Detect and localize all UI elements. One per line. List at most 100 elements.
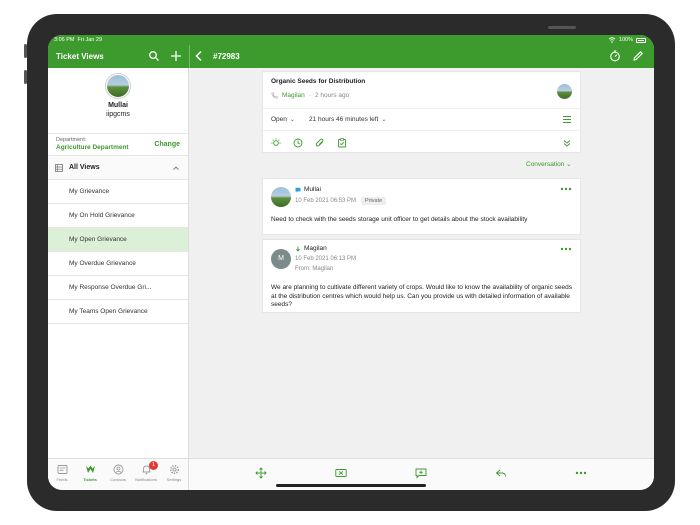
department-section: Department: Agriculture Department Chang… — [48, 134, 188, 156]
view-item-my-grievance[interactable]: My Grievance — [48, 180, 188, 204]
home-indicator[interactable] — [276, 484, 426, 487]
tab-tickets[interactable]: Tickets — [76, 459, 104, 490]
ticket-summary-card: Organic Seeds for Distribution Magilan ·… — [262, 71, 582, 153]
conversation-filter[interactable]: Conversation ⌄ — [526, 160, 572, 168]
menu-lines-icon[interactable] — [562, 115, 572, 124]
tab-notifications-label: Notifications — [135, 477, 157, 482]
ticket-action-icons — [271, 138, 347, 148]
status-value: Open — [271, 116, 287, 123]
private-tag: Private — [361, 197, 387, 205]
sla-value: 21 hours 46 minutes left — [308, 116, 379, 123]
power-button — [548, 26, 576, 29]
view-item-my-overdue-grievance[interactable]: My Overdue Grievance — [48, 252, 188, 276]
double-chevron-down-icon[interactable] — [562, 138, 572, 148]
tab-contacts[interactable]: Contacts — [104, 459, 132, 490]
tab-settings[interactable]: Settings — [160, 459, 188, 490]
profile-name: Mullai — [108, 102, 128, 109]
tab-feeds-label: Feeds — [56, 477, 68, 482]
wifi-icon — [608, 37, 616, 43]
tab-notifications[interactable]: 1 Notifications — [132, 459, 160, 490]
header-divider — [189, 45, 190, 68]
search-icon[interactable] — [148, 50, 160, 62]
note-icon — [295, 187, 301, 193]
plus-icon[interactable] — [170, 50, 182, 62]
summary-divider-2 — [263, 130, 582, 131]
view-item-my-response-overdue-grievance[interactable]: My Response Overdue Gri... — [48, 276, 188, 300]
tab-settings-label: Settings — [166, 477, 182, 482]
incoming-arrow-icon — [295, 246, 301, 252]
view-item-my-on-hold-grievance[interactable]: My On Hold Grievance — [48, 204, 188, 228]
message-header: Magilan — [295, 245, 327, 252]
paperclip-icon[interactable] — [315, 138, 325, 148]
ticket-time-ago: 2 hours ago — [314, 92, 350, 99]
ticket-id: #72983 — [213, 52, 240, 61]
tab-contacts-label: Contacts — [110, 477, 126, 482]
phone-icon — [271, 92, 278, 99]
add-comment-icon[interactable] — [415, 467, 427, 479]
status-dropdown[interactable]: Open ⌄ — [271, 116, 295, 123]
ticket-subject: Organic Seeds for Distribution — [271, 78, 366, 85]
chevron-up-icon[interactable] — [172, 164, 180, 172]
views-list-icon — [55, 164, 63, 172]
tab-feeds[interactable]: Feeds — [48, 459, 76, 490]
status-time-text: 3:06 PM — [54, 37, 75, 43]
conversation-message: M Magilan 10 Feb 2021 06:13 PM From: Mag… — [262, 239, 581, 313]
conversation-note: Mullai 10 Feb 2021 06:53 PM Private Need… — [262, 178, 581, 235]
ticket-status-row: Open ⌄ 21 hours 46 minutes left ⌄ — [271, 116, 386, 123]
move-arrows-icon[interactable] — [255, 467, 267, 479]
views-list: My Grievance My On Hold Grievance My Ope… — [48, 180, 188, 324]
more-dots-icon[interactable] — [560, 247, 572, 251]
back-chevron-icon[interactable] — [193, 50, 205, 62]
more-dots-icon[interactable] — [575, 467, 587, 479]
battery-icon — [636, 37, 646, 43]
clock-icon[interactable] — [293, 138, 303, 148]
message-author: Magilan — [304, 245, 327, 252]
edit-pencil-icon[interactable] — [632, 50, 644, 62]
summary-divider — [263, 108, 582, 109]
close-ticket-icon[interactable] — [335, 467, 347, 479]
conversation-filter-label: Conversation — [526, 161, 565, 168]
chevron-down-icon: ⌄ — [566, 161, 572, 168]
note-author: Mullai — [304, 186, 321, 193]
status-bar: 3:06 PM Fri Jan 29 100% — [48, 35, 654, 45]
bottom-tab-bar: Feeds Tickets Contacts 1 Notifications S… — [48, 458, 189, 490]
timer-icon[interactable] — [609, 50, 621, 62]
tickets-icon — [85, 465, 95, 473]
all-views-header[interactable]: All Views — [48, 156, 188, 180]
ticket-views-sidebar: Mullai iipgcms Department: Agriculture D… — [48, 68, 189, 458]
all-views-label: All Views — [69, 164, 100, 171]
avatar — [106, 74, 130, 98]
message-body: We are planning to cultivate different v… — [271, 284, 572, 308]
view-item-my-teams-open-grievance[interactable]: My Teams Open Grievance — [48, 300, 188, 324]
note-header: Mullai — [295, 186, 321, 193]
change-department-button[interactable]: Change — [154, 141, 180, 148]
reply-icon[interactable] — [495, 467, 507, 479]
status-date: Fri Jan 29 — [77, 37, 103, 43]
bulb-icon[interactable] — [271, 138, 281, 148]
notification-badge: 1 — [149, 461, 158, 470]
requester-avatar[interactable] — [557, 84, 572, 99]
ticket-agent[interactable]: Magilan — [282, 92, 305, 99]
checklist-icon[interactable] — [337, 138, 347, 148]
ticket-detail-pane: Organic Seeds for Distribution Magilan ·… — [189, 68, 654, 458]
volume-up-button — [24, 44, 27, 58]
message-from: From: Magilan — [295, 266, 334, 272]
message-datetime: 10 Feb 2021 06:13 PM — [295, 256, 357, 262]
more-dots-icon[interactable] — [560, 187, 572, 191]
app-header: Ticket Views #72983 — [48, 45, 654, 68]
profile-handle: iipgcms — [106, 111, 130, 118]
chevron-down-icon: ⌄ — [289, 117, 295, 123]
status-right: 100% — [608, 35, 646, 45]
ticket-meta: Magilan · 2 hours ago — [271, 92, 349, 99]
status-time: 3:06 PM Fri Jan 29 — [54, 35, 102, 45]
contacts-icon — [113, 464, 123, 475]
chevron-down-icon: ⌄ — [381, 117, 387, 123]
sla-dropdown[interactable]: 21 hours 46 minutes left ⌄ — [309, 116, 386, 123]
battery-percent: 100% — [618, 37, 633, 43]
meta-separator: · — [308, 92, 311, 99]
gear-icon — [169, 465, 179, 474]
feeds-icon — [57, 465, 67, 474]
view-item-my-open-grievance[interactable]: My Open Grievance — [48, 228, 188, 252]
note-datetime: 10 Feb 2021 06:53 PM — [295, 198, 357, 204]
message-author-avatar: M — [271, 249, 291, 269]
